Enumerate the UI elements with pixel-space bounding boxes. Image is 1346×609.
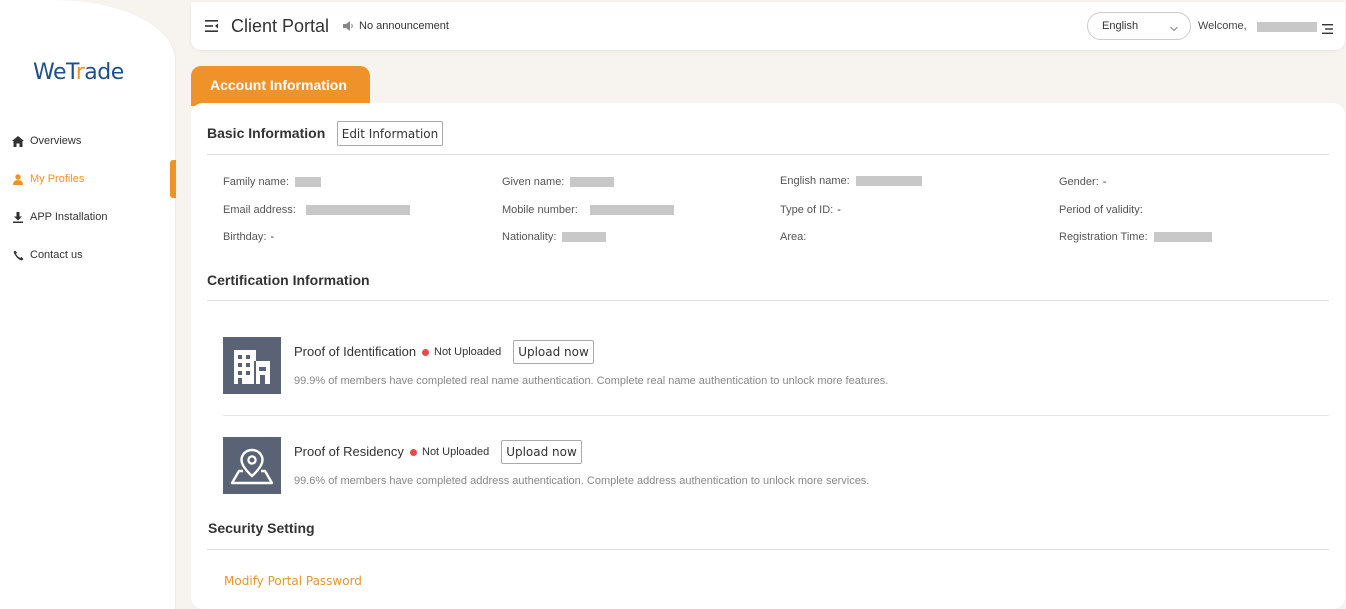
building-icon — [223, 337, 281, 394]
home-icon — [12, 135, 24, 147]
sidebar-nav: Overviews My Profiles APP Installation C… — [0, 122, 176, 274]
sidebar-item-label: APP Installation — [30, 211, 108, 223]
sidebar-item-label: My Profiles — [30, 173, 85, 185]
language-value: English — [1102, 20, 1139, 32]
residency-description: 99.6% of members have completed address … — [294, 475, 870, 487]
proof-of-identification-title: Proof of Identification — [294, 344, 417, 359]
modify-portal-password-link[interactable]: Modify Portal Password — [224, 574, 362, 588]
field-nationality: Nationality: — [502, 231, 607, 243]
speaker-icon — [343, 21, 354, 31]
divider — [207, 154, 1329, 155]
download-icon — [12, 211, 24, 223]
divider — [223, 415, 1329, 416]
basic-info-title: Basic Information — [207, 125, 326, 141]
user-menu-icon[interactable] — [1322, 21, 1333, 34]
divider — [207, 300, 1329, 301]
redacted-value — [295, 177, 322, 187]
field-registration-time: Registration Time: — [1059, 231, 1212, 243]
sidebar-item-label: Overviews — [30, 135, 82, 147]
map-pin-icon — [223, 437, 281, 494]
wetrade-logo[interactable]: WeTrade — [33, 60, 124, 85]
sidebar-item-contact-us[interactable]: Contact us — [0, 236, 176, 274]
redacted-value — [562, 232, 607, 242]
status-dot-icon — [410, 448, 417, 456]
divider — [207, 549, 1329, 550]
field-birthday: Birthday: - — [223, 231, 275, 243]
redacted-value — [1153, 232, 1212, 242]
proof-of-residency-title: Proof of Residency — [294, 444, 404, 459]
sidebar-item-my-profiles[interactable]: My Profiles — [0, 160, 176, 198]
announcement-text: No announcement — [359, 20, 449, 32]
redacted-username — [1257, 22, 1317, 32]
field-given-name: Given name: — [502, 176, 615, 188]
menu-collapse-icon[interactable] — [205, 19, 218, 32]
announcement: No announcement — [343, 20, 449, 32]
field-gender: Gender: - — [1059, 176, 1107, 188]
field-email: Email address: — [223, 204, 410, 216]
top-header: Client Portal No announcement English We… — [191, 2, 1345, 50]
sidebar-item-overviews[interactable]: Overviews — [0, 122, 176, 160]
sidebar-item-label: Contact us — [30, 249, 83, 261]
field-area: Area: — [780, 231, 807, 243]
redacted-value — [855, 176, 922, 186]
edit-information-button[interactable]: Edit Information — [337, 121, 443, 146]
welcome-text: Welcome, — [1198, 20, 1247, 32]
field-period-of-validity: Period of validity: — [1059, 204, 1143, 216]
field-english-name: English name: — [780, 175, 922, 187]
redacted-value — [305, 205, 410, 215]
status-badge: Not Uploaded — [422, 346, 501, 358]
redacted-value — [570, 177, 615, 187]
field-family-name: Family name: — [223, 176, 322, 188]
status-dot-icon — [422, 348, 429, 356]
security-setting-title: Security Setting — [208, 520, 315, 536]
redacted-value — [589, 205, 674, 215]
field-type-of-id: Type of ID: - — [780, 204, 841, 216]
language-select[interactable]: English — [1087, 12, 1191, 40]
upload-identification-button[interactable]: Upload now — [513, 340, 594, 364]
account-info-card: Basic Information Edit Information Famil… — [191, 103, 1345, 609]
upload-residency-button[interactable]: Upload now — [501, 440, 582, 464]
sidebar-item-app-installation[interactable]: APP Installation — [0, 198, 176, 236]
sidebar: WeTrade Overviews My Profiles APP Instal… — [0, 0, 176, 609]
status-badge: Not Uploaded — [410, 446, 489, 458]
tab-account-information[interactable]: Account Information — [191, 66, 370, 106]
page-title: Client Portal — [231, 16, 330, 36]
certification-title: Certification Information — [207, 272, 370, 288]
phone-icon — [12, 249, 24, 261]
field-mobile: Mobile number: — [502, 204, 674, 216]
chevron-down-icon — [1170, 23, 1178, 32]
identification-description: 99.9% of members have completed real nam… — [294, 375, 889, 387]
user-icon — [12, 173, 24, 185]
